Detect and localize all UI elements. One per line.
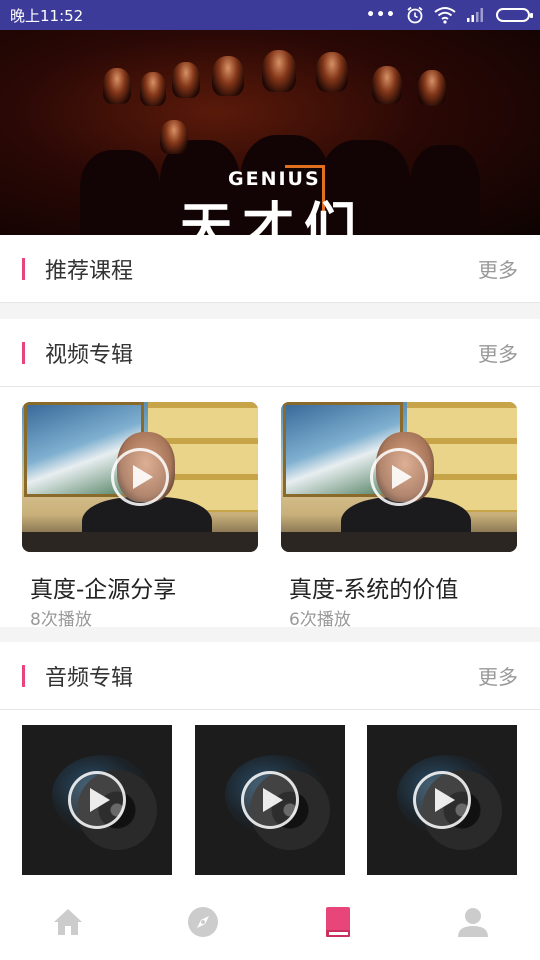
more-link-recommended[interactable]: 更多 bbox=[478, 254, 518, 283]
video-album-card[interactable]: 真度-企源分享 8次播放 bbox=[22, 402, 258, 630]
banner-face bbox=[172, 62, 200, 98]
section-header-video: 视频专辑 更多 bbox=[0, 319, 540, 387]
banner-face bbox=[372, 66, 402, 104]
thumb-desk bbox=[281, 532, 517, 552]
banner-face bbox=[316, 52, 348, 92]
video-title: 真度-企源分享 bbox=[30, 577, 177, 603]
app-screen: 晚上11:52 ••• GENIUS 天才们 推荐课程 更多 视频专辑 更多 真… bbox=[0, 0, 540, 960]
play-icon[interactable] bbox=[111, 448, 169, 506]
video-album-list: 真度-企源分享 8次播放 真度-系统的价值 6次播放 bbox=[0, 387, 540, 630]
banner-face bbox=[103, 68, 131, 104]
banner-face bbox=[262, 50, 296, 92]
status-bar: 晚上11:52 ••• bbox=[0, 0, 540, 30]
nav-profile[interactable] bbox=[405, 884, 540, 960]
section-accent-bar bbox=[22, 341, 25, 364]
video-play-count: 6次播放 bbox=[289, 610, 351, 630]
audio-album-card[interactable] bbox=[22, 725, 172, 875]
user-icon bbox=[457, 908, 488, 937]
play-icon[interactable] bbox=[413, 771, 471, 829]
thumb-desk bbox=[22, 532, 258, 552]
video-album-card[interactable]: 真度-系统的价值 6次播放 bbox=[281, 402, 517, 630]
video-thumbnail bbox=[22, 402, 258, 552]
banner-face bbox=[212, 56, 244, 96]
banner-figure bbox=[410, 145, 480, 235]
video-title: 真度-系统的价值 bbox=[289, 577, 459, 603]
alarm-icon bbox=[407, 6, 423, 24]
section-title: 视频专辑 bbox=[45, 342, 134, 368]
book-icon bbox=[325, 907, 350, 937]
banner-subtitle: GENIUS bbox=[228, 168, 321, 190]
section-accent-bar bbox=[22, 257, 25, 280]
video-thumbnail bbox=[281, 402, 517, 552]
more-link-video[interactable]: 更多 bbox=[478, 338, 518, 367]
play-icon[interactable] bbox=[68, 771, 126, 829]
play-icon[interactable] bbox=[370, 448, 428, 506]
section-title: 推荐课程 bbox=[45, 258, 134, 284]
nav-home[interactable] bbox=[0, 884, 135, 960]
banner-carousel[interactable]: GENIUS 天才们 bbox=[0, 30, 540, 235]
banner-face bbox=[418, 70, 446, 106]
play-icon[interactable] bbox=[241, 771, 299, 829]
nav-courses[interactable] bbox=[270, 884, 405, 960]
audio-album-list bbox=[0, 710, 540, 884]
battery-icon bbox=[496, 8, 533, 22]
banner-title: 天才们 bbox=[180, 198, 367, 235]
compass-icon bbox=[187, 907, 218, 937]
audio-album-card[interactable] bbox=[195, 725, 345, 875]
section-header-audio: 音频专辑 更多 bbox=[0, 642, 540, 710]
more-dots-icon: ••• bbox=[366, 7, 396, 23]
signal-icon bbox=[467, 8, 483, 22]
status-icons: ••• bbox=[366, 6, 533, 24]
bottom-nav bbox=[0, 884, 540, 960]
section-title: 音频专辑 bbox=[45, 665, 134, 691]
home-icon bbox=[53, 909, 82, 935]
banner-figure bbox=[80, 150, 160, 235]
nav-discover[interactable] bbox=[135, 884, 270, 960]
section-header-recommended: 推荐课程 更多 bbox=[0, 235, 540, 303]
section-accent-bar bbox=[22, 664, 25, 687]
wifi-icon bbox=[434, 7, 456, 24]
more-link-audio[interactable]: 更多 bbox=[478, 661, 518, 690]
status-time: 晚上11:52 bbox=[10, 6, 84, 25]
banner-face bbox=[160, 120, 188, 154]
audio-album-card[interactable] bbox=[367, 725, 517, 875]
banner-face bbox=[140, 72, 166, 106]
video-play-count: 8次播放 bbox=[30, 610, 92, 630]
